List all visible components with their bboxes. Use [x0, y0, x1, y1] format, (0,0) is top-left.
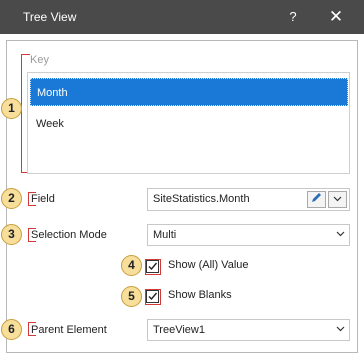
annotation-badge-6: 6 [1, 319, 22, 340]
dialog-title: Tree View [23, 10, 77, 24]
selection-mode-value: Multi [153, 229, 177, 241]
show-blanks-checkbox[interactable] [146, 290, 159, 303]
annotation-badge-2: 2 [1, 188, 22, 209]
checkmark-icon [148, 292, 158, 301]
field-label: Field [31, 193, 55, 205]
parent-element-select[interactable]: TreeView1 [147, 319, 350, 341]
annotation-badge-1: 1 [1, 98, 22, 119]
key-listbox[interactable]: Month Week [27, 72, 350, 174]
annotation-badge-5: 5 [121, 286, 142, 307]
pencil-icon[interactable] [307, 191, 326, 208]
parent-element-label: Parent Element [31, 324, 107, 336]
title-bar: Tree View ? ✕ [0, 0, 364, 34]
field-dropdown-button[interactable] [328, 191, 347, 208]
checkmark-icon [148, 262, 158, 271]
show-blanks-label: Show Blanks [168, 289, 232, 301]
selection-mode-label: Selection Mode [31, 229, 107, 241]
parent-element-value: TreeView1 [153, 324, 205, 336]
annotation-badge-3: 3 [1, 224, 22, 245]
chevron-down-icon [336, 225, 345, 245]
pencil-icon-glyph [312, 193, 321, 202]
close-button[interactable]: ✕ [323, 5, 349, 29]
annotation-badge-4: 4 [121, 255, 142, 276]
chevron-down-icon [333, 196, 342, 202]
chevron-down-icon [336, 320, 345, 340]
list-item-week[interactable]: Week [30, 110, 348, 138]
show-all-value-label: Show (All) Value [168, 259, 249, 271]
field-input[interactable]: SiteStatistics.Month [147, 188, 350, 211]
list-item-month[interactable]: Month [30, 78, 348, 106]
key-label: Key [30, 54, 49, 66]
tree-view-dialog: Tree View ? ✕ Key Month Week Field SiteS… [0, 0, 364, 361]
show-all-value-checkbox[interactable] [146, 260, 159, 273]
selection-mode-select[interactable]: Multi [147, 224, 350, 246]
field-value: SiteStatistics.Month [153, 193, 250, 205]
help-button[interactable]: ? [282, 6, 304, 28]
